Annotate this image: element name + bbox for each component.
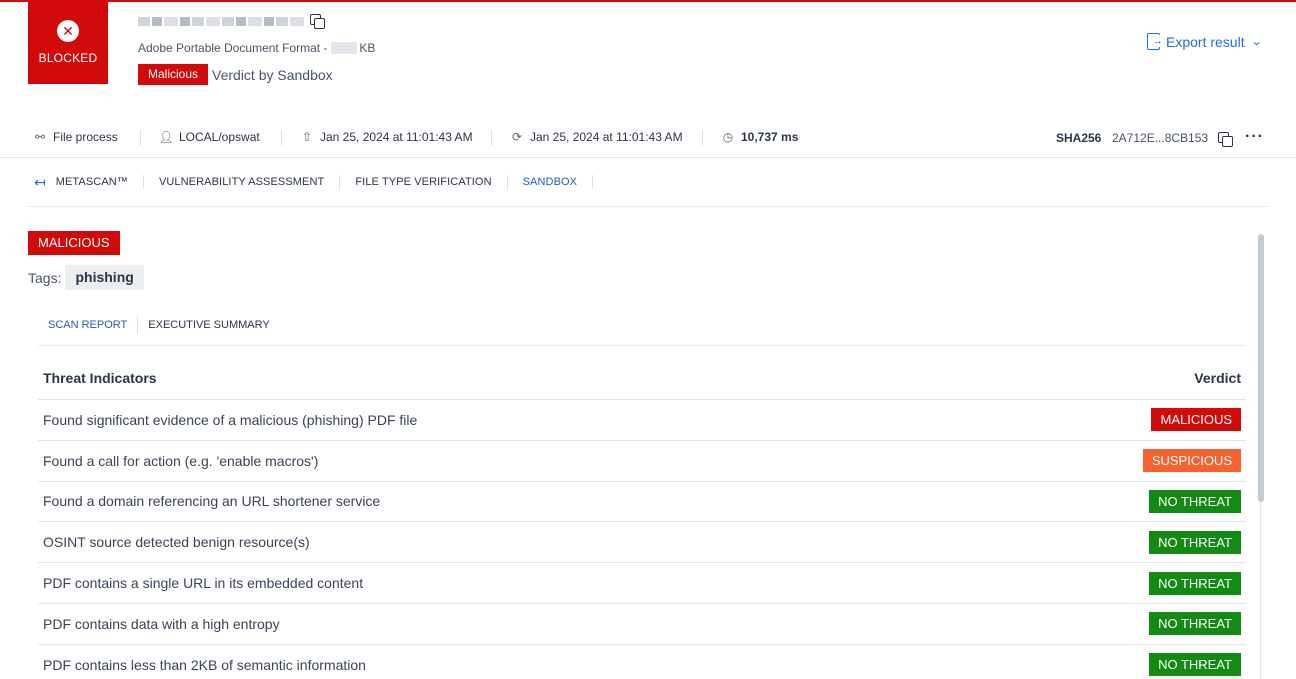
file-name-row xyxy=(138,14,325,29)
processed-time: Jan 25, 2024 at 11:01:43 AM xyxy=(530,130,683,144)
tag-chip: phishing xyxy=(65,265,144,290)
tags-label: Tags: xyxy=(28,269,62,286)
indicator-text: PDF contains data with a high entropy xyxy=(43,615,280,632)
duration-item: ◷ 10,737 ms xyxy=(721,130,799,144)
refresh-icon: ⟳ xyxy=(511,130,523,144)
upload-time-item: ⇧ Jan 25, 2024 at 11:01:43 AM xyxy=(300,130,473,144)
top-accent-line xyxy=(0,0,1296,2)
verdict-badge-no-threat: NO THREAT xyxy=(1149,530,1241,554)
indicator-text: Found significant evidence of a maliciou… xyxy=(43,411,418,428)
file-name-redacted xyxy=(138,16,304,26)
verdict-badge-suspicious: SUSPICIOUS xyxy=(1142,449,1241,473)
table-row: PDF contains less than 2KB of semantic i… xyxy=(38,645,1246,679)
blocked-status-box: ✕ BLOCKED xyxy=(28,2,108,84)
tab-file-type-verification[interactable]: FILE TYPE VERIFICATION xyxy=(340,175,508,189)
table-row: Found significant evidence of a maliciou… xyxy=(38,400,1246,441)
user-item: 👤︎ LOCAL/opswat xyxy=(158,130,260,144)
copy-filename-icon[interactable] xyxy=(310,14,325,29)
verdict-row: Malicious Verdict by Sandbox xyxy=(138,64,333,85)
blocked-x-icon: ✕ xyxy=(57,20,79,42)
file-size-redacted xyxy=(331,42,358,54)
upload-time: Jan 25, 2024 at 11:01:43 AM xyxy=(320,130,473,144)
column-header-indicators: Threat Indicators xyxy=(43,370,157,386)
user-icon: 👤︎ xyxy=(158,130,174,144)
export-result-button[interactable]: Export result ⌄ xyxy=(1147,33,1263,50)
process-flow-icon: ⚯ xyxy=(34,130,46,144)
indicator-text: PDF contains a single URL in its embedde… xyxy=(43,575,364,592)
file-meta: Adobe Portable Document Format - KB xyxy=(138,41,375,55)
table-row: Found a domain referencing an URL shorte… xyxy=(38,482,1246,523)
table-row: Found a call for action (e.g. 'enable ma… xyxy=(38,441,1246,482)
clock-icon: ◷ xyxy=(722,130,734,144)
column-header-verdict: Verdict xyxy=(1194,370,1241,386)
tab-vulnerability-assessment[interactable]: VULNERABILITY ASSESSMENT xyxy=(144,175,341,189)
report-sub-tabs: SCAN REPORT EXECUTIVE SUMMARY xyxy=(38,316,1246,346)
indicator-text: Found a domain referencing an URL shorte… xyxy=(43,493,381,510)
verdict-badge-no-threat: NO THREAT xyxy=(1149,653,1241,677)
verdict-badge-no-threat: NO THREAT xyxy=(1149,571,1241,595)
tags-row: Tags: phishing xyxy=(28,265,144,290)
processed-time-item: ⟳ Jan 25, 2024 at 11:01:43 AM xyxy=(510,130,683,144)
file-type: Adobe Portable Document Format - xyxy=(138,41,328,55)
indicator-text: PDF contains less than 2KB of semantic i… xyxy=(43,656,366,673)
divider xyxy=(702,130,703,146)
divider xyxy=(281,130,282,146)
sha256-label: SHA256 xyxy=(1056,131,1102,145)
content-scrollbar[interactable] xyxy=(1256,234,1266,679)
table-row: PDF contains data with a high entropy NO… xyxy=(38,604,1246,645)
file-size-unit: KB xyxy=(359,41,376,55)
copy-hash-icon[interactable] xyxy=(1218,132,1233,147)
divider xyxy=(491,130,492,146)
table-header: Threat Indicators Verdict xyxy=(38,357,1246,400)
blocked-label: BLOCKED xyxy=(38,51,98,65)
tab-executive-summary[interactable]: EXECUTIVE SUMMARY xyxy=(138,316,279,334)
engine-tabs: ↤ METASCAN™ VULNERABILITY ASSESSMENT FIL… xyxy=(28,158,1269,207)
export-label: Export result xyxy=(1166,33,1245,50)
export-doc-icon xyxy=(1147,33,1163,50)
verdict-source: Verdict by Sandbox xyxy=(212,66,333,83)
more-options-icon[interactable]: ··· xyxy=(1245,128,1264,146)
scrollbar-track xyxy=(1260,502,1261,679)
file-process-label: File process xyxy=(53,130,118,144)
tab-sandbox[interactable]: SANDBOX xyxy=(508,175,594,189)
verdict-badge-no-threat: NO THREAT xyxy=(1149,612,1241,636)
user-label: LOCAL/opswat xyxy=(179,130,260,144)
back-arrow-icon[interactable]: ↤ xyxy=(34,174,46,191)
upload-icon: ⇧ xyxy=(301,130,313,144)
verdict-badge-malicious: MALICIOUS xyxy=(1151,408,1241,432)
duration-value: 10,737 ms xyxy=(741,130,799,144)
table-row: PDF contains a single URL in its embedde… xyxy=(38,563,1246,604)
divider xyxy=(140,130,141,146)
indicator-text: OSINT source detected benign resource(s) xyxy=(43,534,310,551)
file-process-item[interactable]: ⚯ File process xyxy=(33,130,118,144)
threat-indicators-table: Threat Indicators Verdict Found signific… xyxy=(38,357,1246,679)
indicator-text: Found a call for action (e.g. 'enable ma… xyxy=(43,452,319,469)
chevron-down-icon: ⌄ xyxy=(1250,36,1263,48)
verdict-badge-no-threat: NO THREAT xyxy=(1149,489,1241,513)
tab-metascan[interactable]: METASCAN™ xyxy=(56,175,144,189)
sha256-value: 2A712E...8CB153 xyxy=(1112,131,1209,145)
tab-scan-report[interactable]: SCAN REPORT xyxy=(38,316,139,334)
table-row: OSINT source detected benign resource(s)… xyxy=(38,522,1246,564)
info-bar: ⚯ File process 👤︎ LOCAL/opswat ⇧ Jan 25,… xyxy=(0,120,1296,158)
overall-verdict-badge: MALICIOUS xyxy=(28,231,120,255)
verdict-badge: Malicious xyxy=(138,64,209,85)
scrollbar-thumb[interactable] xyxy=(1258,234,1264,502)
